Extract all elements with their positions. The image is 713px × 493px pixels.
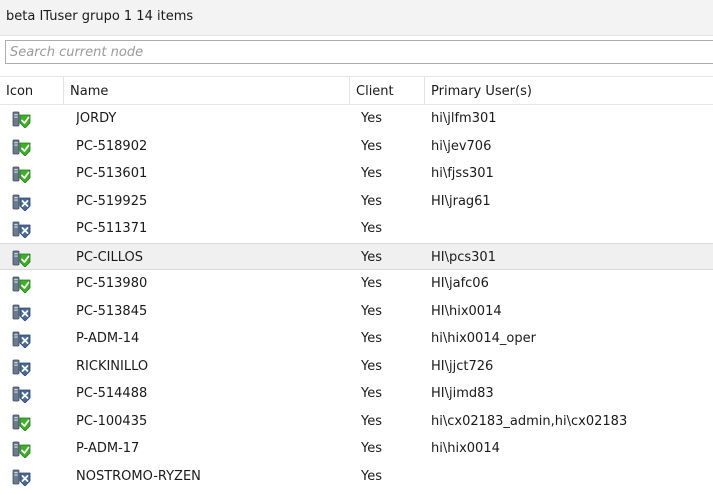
device-ok-icon bbox=[12, 139, 32, 157]
primary-user: HI\jimd83 bbox=[431, 386, 494, 401]
client-status: Yes bbox=[361, 193, 382, 209]
table-row[interactable]: PC-514488 Yes HI\jimd83 bbox=[0, 380, 713, 408]
device-ok-icon bbox=[12, 111, 32, 129]
primary-user bbox=[431, 215, 711, 243]
grid-rows: JORDY Yes hi\jlfm301 PC-518902 Yes hi\jev706 P… bbox=[0, 105, 713, 490]
device-name: PC-518902 bbox=[76, 138, 148, 154]
device-name: PC-519925 bbox=[76, 193, 148, 209]
client-status: Yes bbox=[361, 249, 382, 265]
table-row[interactable]: P-ADM-17 Yes hi\hix0014 bbox=[0, 435, 713, 463]
device-name: RICKINILLO bbox=[76, 358, 149, 374]
device-name: NOSTROMO-RYZEN bbox=[76, 468, 201, 484]
table-row[interactable]: PC-513845 Yes HI\hix0014 bbox=[0, 298, 713, 326]
search-input[interactable] bbox=[5, 40, 713, 64]
device-unknown-icon bbox=[12, 304, 32, 322]
client-status: Yes bbox=[361, 276, 382, 291]
column-header-primary-user[interactable]: Primary User(s) bbox=[425, 77, 713, 104]
table-row[interactable]: PC-513601 Yes hi\fjss301 bbox=[0, 160, 713, 188]
device-ok-icon bbox=[12, 276, 32, 294]
grid-header: Icon Name Client Primary User(s) bbox=[0, 76, 713, 105]
client-status: Yes bbox=[361, 138, 382, 154]
client-status: Yes bbox=[361, 221, 382, 236]
column-header-icon[interactable]: Icon bbox=[0, 77, 64, 104]
primary-user: HI\pcs301 bbox=[431, 249, 496, 265]
client-status: Yes bbox=[361, 166, 382, 181]
client-status: Yes bbox=[361, 468, 382, 484]
primary-user: hi\jev706 bbox=[431, 138, 492, 154]
table-row[interactable]: JORDY Yes hi\jlfm301 bbox=[0, 105, 713, 133]
title-bar: beta ITuser grupo 1 14 items bbox=[0, 0, 713, 36]
device-name: JORDY bbox=[76, 111, 117, 126]
column-header-name[interactable]: Name bbox=[64, 77, 350, 104]
device-unknown-icon bbox=[12, 469, 32, 487]
page-title: beta ITuser grupo 1 14 items bbox=[6, 9, 194, 24]
device-name: PC-100435 bbox=[76, 413, 148, 429]
device-unknown-icon bbox=[12, 221, 32, 239]
device-unknown-icon bbox=[12, 194, 32, 212]
table-row[interactable]: NOSTROMO-RYZEN Yes bbox=[0, 463, 713, 491]
column-header-client[interactable]: Client bbox=[350, 77, 425, 104]
primary-user: hi\hix0014_oper bbox=[431, 331, 536, 346]
device-ok-icon bbox=[12, 441, 32, 459]
device-unknown-icon bbox=[12, 359, 32, 377]
table-row[interactable]: RICKINILLO Yes HI\jjct726 bbox=[0, 353, 713, 381]
primary-user: hi\hix0014 bbox=[431, 441, 500, 456]
table-row[interactable]: PC-100435 Yes hi\cx02183_admin,hi\cx02183 bbox=[0, 408, 713, 436]
device-ok-icon bbox=[12, 166, 32, 184]
primary-user: HI\jafc06 bbox=[431, 276, 489, 291]
client-status: Yes bbox=[361, 386, 382, 401]
primary-user: hi\jlfm301 bbox=[431, 111, 497, 126]
device-unknown-icon bbox=[12, 331, 32, 349]
client-status: Yes bbox=[361, 331, 382, 346]
device-unknown-icon bbox=[12, 386, 32, 404]
device-name: PC-513845 bbox=[76, 303, 148, 319]
table-row[interactable]: PC-519925 Yes HI\jrag61 bbox=[0, 188, 713, 216]
table-row[interactable]: PC-518902 Yes hi\jev706 bbox=[0, 133, 713, 161]
client-status: Yes bbox=[361, 303, 382, 319]
client-status: Yes bbox=[361, 441, 382, 456]
table-row[interactable]: PC-513980 Yes HI\jafc06 bbox=[0, 270, 713, 298]
table-row[interactable]: PC-CILLOS Yes HI\pcs301 bbox=[0, 242, 713, 270]
primary-user: hi\fjss301 bbox=[431, 166, 494, 181]
primary-user: hi\cx02183_admin,hi\cx02183 bbox=[431, 413, 628, 429]
primary-user: HI\hix0014 bbox=[431, 303, 502, 319]
device-ok-icon bbox=[12, 250, 32, 268]
table-row[interactable]: PC-511371 Yes bbox=[0, 215, 713, 243]
device-name: PC-511371 bbox=[76, 221, 148, 236]
device-name: PC-CILLOS bbox=[76, 249, 144, 265]
table-row[interactable]: P-ADM-14 Yes hi\hix0014_oper bbox=[0, 325, 713, 353]
client-status: Yes bbox=[361, 413, 382, 429]
device-name: PC-513601 bbox=[76, 166, 148, 181]
device-name: P-ADM-17 bbox=[76, 441, 140, 456]
primary-user: HI\jrag61 bbox=[431, 193, 491, 209]
primary-user bbox=[431, 463, 711, 491]
device-collection-window: beta ITuser grupo 1 14 items Icon Name C… bbox=[0, 0, 713, 493]
device-ok-icon bbox=[12, 414, 32, 432]
devices-grid: Icon Name Client Primary User(s) JORDY Ye… bbox=[0, 76, 713, 490]
primary-user: HI\jjct726 bbox=[431, 358, 494, 374]
client-status: Yes bbox=[361, 358, 382, 374]
device-name: P-ADM-14 bbox=[76, 331, 140, 346]
device-name: PC-514488 bbox=[76, 386, 148, 401]
device-name: PC-513980 bbox=[76, 276, 148, 291]
client-status: Yes bbox=[361, 111, 382, 126]
